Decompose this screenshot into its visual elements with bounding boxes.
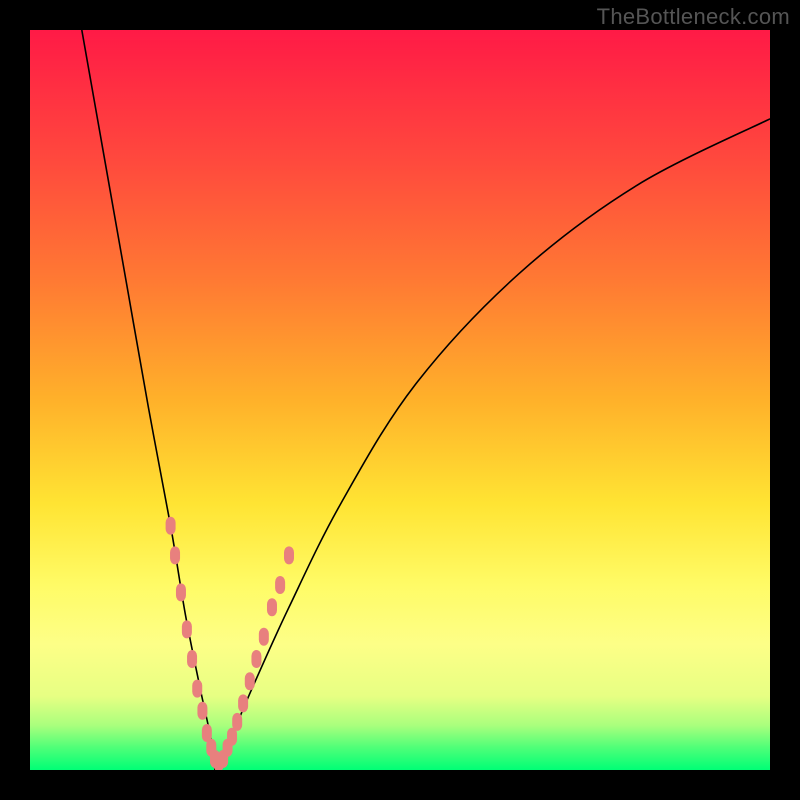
bead-marker [238,694,248,712]
bead-marker [187,650,197,668]
bead-marker [170,546,180,564]
bead-markers [166,517,294,770]
bead-marker [166,517,176,535]
bead-marker [197,702,207,720]
plot-area [30,30,770,770]
watermark-text: TheBottleneck.com [597,4,790,30]
bead-marker [182,620,192,638]
chart-frame: TheBottleneck.com [0,0,800,800]
bead-marker [245,672,255,690]
bead-marker [267,598,277,616]
bead-marker [192,680,202,698]
bead-marker [232,713,242,731]
bead-marker [275,576,285,594]
curve-right-arm [215,119,770,770]
curve-layer [30,30,770,770]
bead-marker [259,628,269,646]
bead-marker [284,546,294,564]
bead-marker [176,583,186,601]
bead-marker [251,650,261,668]
